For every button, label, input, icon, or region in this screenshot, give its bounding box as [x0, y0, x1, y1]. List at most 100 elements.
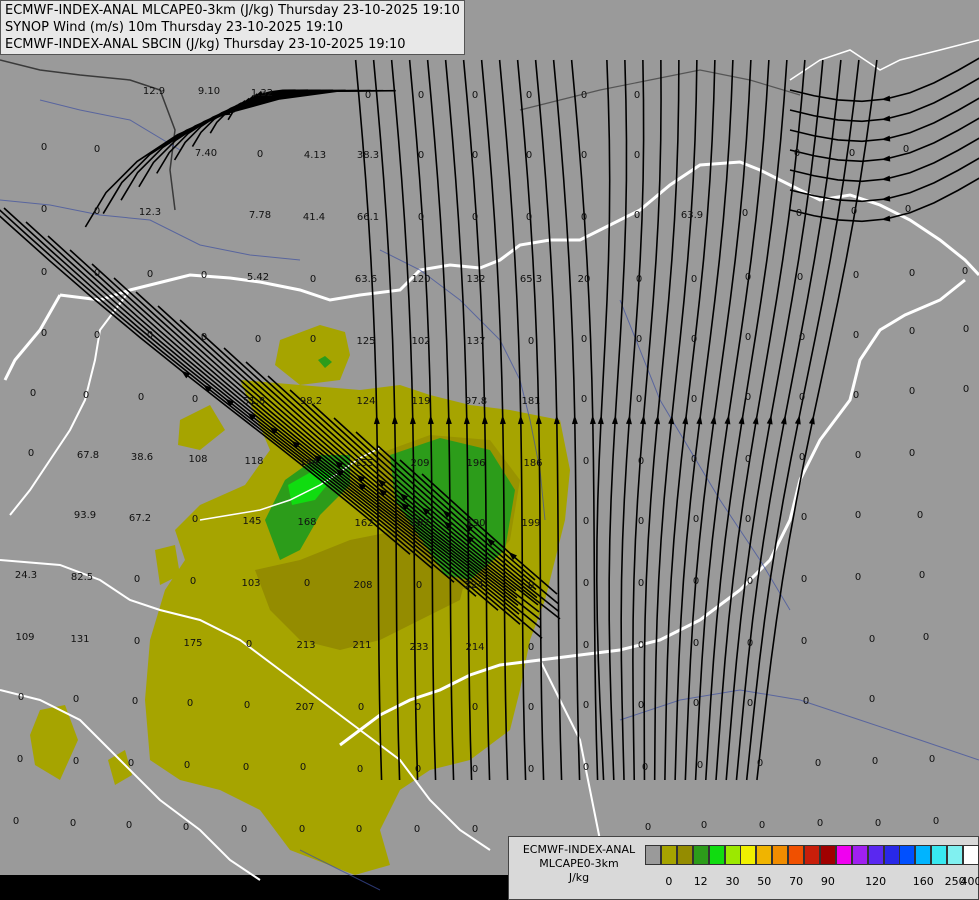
- sbcin-value-62: 0: [310, 334, 316, 345]
- sbcin-value-78: 0: [192, 394, 198, 405]
- sbcin-value-25: 12.3: [139, 207, 161, 218]
- sbcin-value-27: 41.4: [303, 212, 325, 223]
- sbcin-value-194: 0: [70, 818, 76, 829]
- sbcin-value-15: 0: [418, 150, 424, 161]
- sbcin-value-0: 12.9: [143, 86, 165, 97]
- sbcin-value-102: 186: [523, 458, 542, 469]
- sbcin-value-3: 0: [365, 90, 371, 101]
- legend-swatch-18: [931, 845, 948, 865]
- sbcin-value-107: 0: [799, 452, 805, 463]
- legend-swatch-15: [883, 845, 900, 865]
- sbcin-value-186: 0: [583, 762, 589, 773]
- sbcin-value-60: 0: [201, 332, 207, 343]
- legend-swatch-14: [867, 845, 884, 865]
- sbcin-value-37: 0: [851, 206, 857, 217]
- sbcin-value-108: 0: [855, 450, 861, 461]
- sbcin-value-192: 0: [929, 754, 935, 765]
- sbcin-value-92: 0: [963, 384, 969, 395]
- sbcin-value-193: 0: [13, 816, 19, 827]
- sbcin-value-172: 0: [693, 698, 699, 709]
- sbcin-value-79: 51.8: [243, 396, 265, 407]
- sbcin-value-177: 0: [73, 756, 79, 767]
- sbcin-value-8: 0: [634, 90, 640, 101]
- sbcin-value-39: 0: [41, 267, 47, 278]
- sbcin-value-169: 0: [528, 702, 534, 713]
- sbcin-value-38: 0: [905, 204, 911, 215]
- legend-title-line-2: MLCAPE0-3km: [539, 857, 619, 870]
- legend-swatch-20: [963, 845, 979, 865]
- sbcin-value-173: 0: [747, 698, 753, 709]
- sbcin-value-167: 0: [415, 702, 421, 713]
- sbcin-value-122: 0: [745, 514, 751, 525]
- sbcin-value-180: 0: [243, 762, 249, 773]
- sbcin-value-206: 0: [875, 818, 881, 829]
- sbcin-value-71: 0: [799, 332, 805, 343]
- sbcin-value-1: 9.10: [198, 86, 220, 97]
- legend-swatch-1: [660, 845, 677, 865]
- sbcin-value-87: 0: [691, 394, 697, 405]
- sbcin-value-12: 0: [257, 149, 263, 160]
- sbcin-value-157: 0: [801, 636, 807, 647]
- sbcin-value-111: 67.2: [129, 513, 151, 524]
- sbcin-value-203: 0: [701, 820, 707, 831]
- sbcin-value-174: 0: [803, 696, 809, 707]
- sbcin-value-204: 0: [759, 820, 765, 831]
- legend-title-line-1: ECMWF-INDEX-ANAL: [522, 843, 636, 856]
- sbcin-value-76: 0: [83, 390, 89, 401]
- sbcin-value-6: 0: [526, 90, 532, 101]
- sbcin-value-98: 144: [299, 457, 318, 468]
- sbcin-value-34: 63.9: [681, 210, 703, 221]
- sbcin-value-137: 0: [638, 578, 644, 589]
- sbcin-value-135: 0: [528, 580, 534, 591]
- sbcin-value-46: 120: [411, 274, 430, 285]
- legend-tick-2: 30: [725, 875, 740, 888]
- sbcin-value-112: 0: [192, 514, 198, 525]
- sbcin-value-159: 0: [923, 632, 929, 643]
- sbcin-value-58: 0: [94, 330, 100, 341]
- sbcin-value-145: 0: [134, 636, 140, 647]
- sbcin-value-158: 0: [869, 634, 875, 645]
- sbcin-value-166: 0: [358, 702, 364, 713]
- sbcin-value-138: 0: [693, 576, 699, 587]
- sbcin-value-190: 0: [815, 758, 821, 769]
- sbcin-value-147: 0: [246, 639, 252, 650]
- sbcin-value-14: 38.3: [357, 150, 379, 161]
- sbcin-value-103: 0: [583, 456, 589, 467]
- sbcin-value-130: 103: [241, 578, 260, 589]
- sbcin-value-83: 97.8: [465, 396, 487, 407]
- legend-tick-0: 0: [665, 875, 673, 888]
- sbcin-value-129: 0: [190, 576, 196, 587]
- sbcin-value-19: 0: [634, 150, 640, 161]
- sbcin-value-100: 209: [410, 458, 429, 469]
- sbcin-value-13: 4.13: [304, 150, 326, 161]
- sbcin-value-116: 197: [410, 518, 429, 529]
- sbcin-value-57: 0: [41, 328, 47, 339]
- legend-swatch-12: [835, 845, 852, 865]
- legend-swatch-2: [676, 845, 693, 865]
- sbcin-value-66: 0: [528, 336, 534, 347]
- legend-swatch-13: [851, 845, 868, 865]
- sbcin-value-104: 0: [638, 456, 644, 467]
- legend-tick-9: 400: [960, 875, 979, 888]
- sbcin-value-142: 0: [919, 570, 925, 581]
- sbcin-value-59: 0: [147, 330, 153, 341]
- sbcin-value-134: 224: [464, 580, 483, 591]
- sbcin-value-47: 132: [466, 274, 485, 285]
- sbcin-value-82: 119: [411, 396, 430, 407]
- legend-swatch-16: [899, 845, 916, 865]
- sbcin-value-65: 137: [466, 336, 485, 347]
- sbcin-value-26: 7.78: [249, 210, 271, 221]
- sbcin-value-17: 0: [526, 150, 532, 161]
- legend-swatch-10: [804, 845, 820, 865]
- sbcin-value-81: 124: [356, 396, 375, 407]
- legend-tick-4: 70: [789, 875, 804, 888]
- legend-swatch-3: [692, 845, 709, 865]
- map-canvas: 12.9 9.10 1.32 0 0 0 0 0 0 0 0 7.40 0 4.13 38.3 0 0 0 0 0 0 0…: [0, 0, 979, 900]
- sbcin-value-80: 98.2: [300, 396, 322, 407]
- sbcin-value-44: 0: [310, 274, 316, 285]
- legend-swatch-11: [819, 845, 836, 865]
- sbcin-value-74: 0: [963, 324, 969, 335]
- sbcin-value-90: 0: [853, 390, 859, 401]
- sbcin-value-162: 0: [132, 696, 138, 707]
- sbcin-value-165: 207: [295, 702, 314, 713]
